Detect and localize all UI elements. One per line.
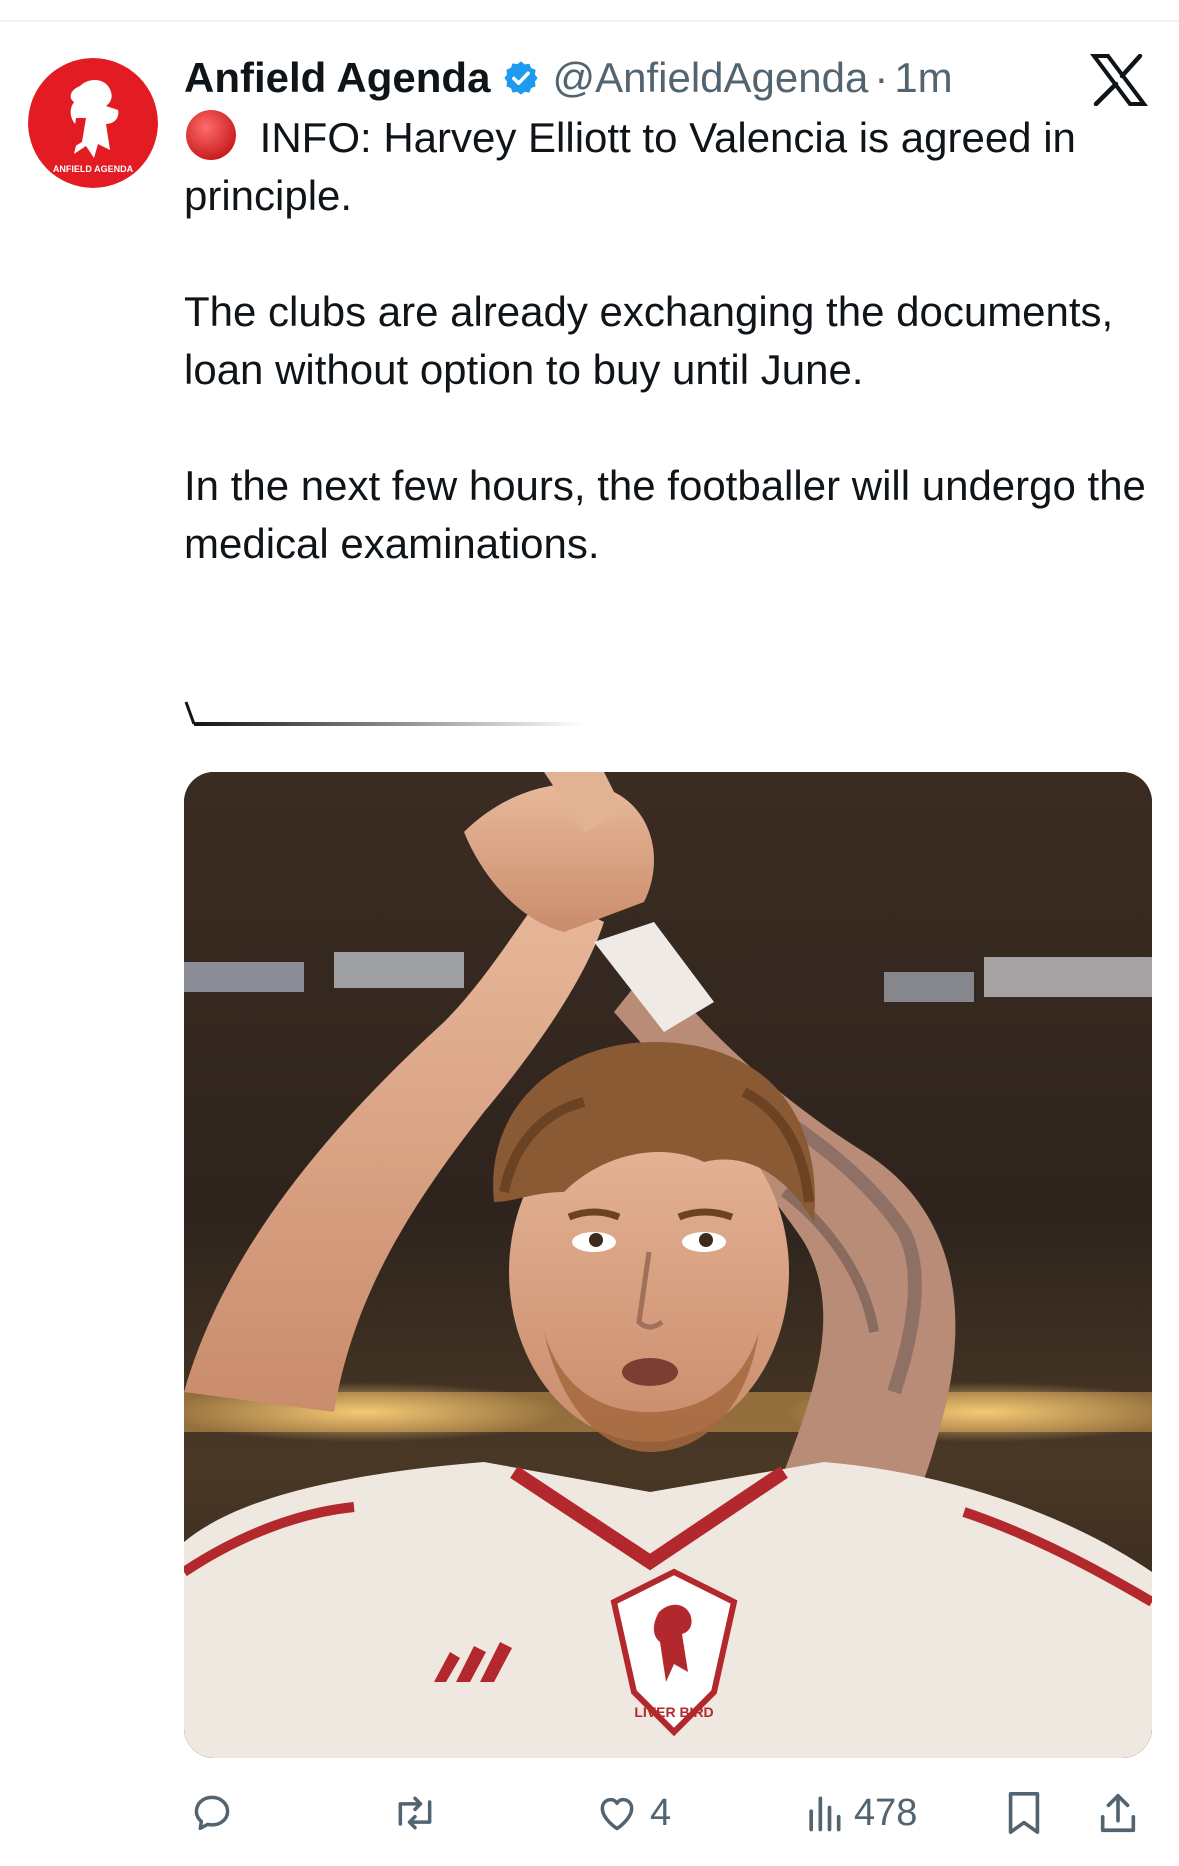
views-button[interactable]: 478 (804, 1778, 917, 1848)
player-photo: LIVER BIRD (184, 772, 1152, 1758)
like-count: 4 (650, 1791, 672, 1834)
heart-icon (594, 1791, 640, 1835)
tweet-paragraph-1-text: INFO: Harvey Elliott to Valencia is agre… (184, 114, 1076, 219)
verified-badge-icon[interactable] (502, 59, 540, 97)
tweet-header: Anfield Agenda @AnfieldAgenda · 1m (184, 48, 953, 108)
bookmark-icon (1004, 1790, 1044, 1836)
like-button[interactable]: 4 (594, 1778, 671, 1848)
red-circle-icon (184, 108, 238, 162)
top-divider (0, 20, 1179, 22)
tweet-paragraph-2: The clubs are already exchanging the doc… (184, 288, 1114, 393)
quote-card-edge (184, 700, 584, 730)
views-icon (804, 1791, 844, 1835)
tweet-paragraph-3: In the next few hours, the footballer wi… (184, 462, 1146, 567)
share-button[interactable] (1096, 1778, 1140, 1848)
crest-text: LIVER BIRD (634, 1704, 713, 1720)
reply-button[interactable] (190, 1778, 244, 1848)
retweet-icon (390, 1791, 440, 1835)
handle[interactable]: @AnfieldAgenda (552, 54, 868, 102)
avatar-text: ANFIELD AGENDA (53, 164, 134, 174)
tweet-media-photo[interactable]: LIVER BIRD (184, 772, 1152, 1758)
bookmark-button[interactable] (1004, 1778, 1044, 1848)
display-name[interactable]: Anfield Agenda (184, 54, 490, 102)
views-count: 478 (854, 1791, 918, 1834)
avatar[interactable]: ANFIELD AGENDA (28, 58, 158, 188)
separator-dot: · (874, 54, 889, 101)
tweet-paragraph-1: INFO: Harvey Elliott to Valencia is agre… (184, 108, 1164, 225)
retweet-button[interactable] (390, 1778, 450, 1848)
tweet-text: INFO: Harvey Elliott to Valencia is agre… (184, 108, 1164, 573)
anfield-agenda-logo-icon: ANFIELD AGENDA (28, 58, 158, 188)
timestamp[interactable]: 1m (894, 54, 952, 102)
reply-icon (190, 1791, 234, 1835)
share-icon (1096, 1790, 1140, 1836)
x-logo-icon[interactable] (1090, 53, 1148, 107)
tweet-actions-bar: 4 478 (184, 1778, 1152, 1848)
